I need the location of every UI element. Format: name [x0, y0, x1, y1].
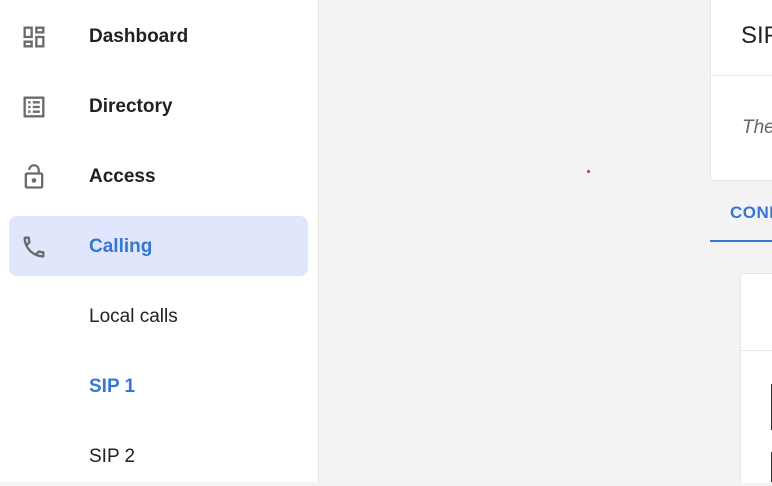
lock-open-icon — [20, 163, 48, 191]
sidebar-item-label: Dashboard — [89, 26, 189, 47]
sip-header-card: SIP The — [710, 0, 772, 181]
sidebar-subitem-label: SIP 2 — [89, 446, 136, 467]
tab-configuration[interactable]: CONF — [710, 188, 772, 242]
sidebar-item-dashboard[interactable]: Dashboard — [9, 6, 308, 66]
sidebar-subitem-label: SIP 1 — [89, 376, 136, 397]
page-title: SIP — [741, 22, 772, 49]
sidebar-item-label: Calling — [89, 236, 153, 257]
sidebar-subitem-sip-2[interactable]: SIP 2 — [9, 426, 308, 486]
card-description: The — [742, 117, 772, 138]
phone-icon — [20, 233, 48, 261]
sidebar-item-access[interactable]: Access — [9, 146, 308, 206]
sidebar-subitem-label: Local calls — [89, 306, 178, 327]
settings-card — [740, 273, 772, 483]
sidebar-item-calling[interactable]: Calling — [9, 216, 308, 276]
sidebar: Dashboard Directory Access Calling Local… — [0, 0, 319, 482]
sidebar-item-label: Directory — [89, 96, 173, 117]
tab-active-indicator — [710, 240, 772, 242]
divider — [741, 350, 772, 351]
dashboard-icon — [20, 23, 48, 51]
tab-label: CONF — [730, 203, 772, 222]
divider — [711, 75, 772, 76]
sidebar-subitem-sip-1[interactable]: SIP 1 — [9, 356, 308, 416]
sidebar-subitem-local-calls[interactable]: Local calls — [9, 286, 308, 346]
sidebar-item-label: Access — [89, 166, 156, 187]
directory-icon — [20, 93, 48, 121]
sidebar-item-directory[interactable]: Directory — [9, 76, 308, 136]
main-content — [319, 0, 772, 482]
red-dot-marker — [587, 170, 590, 173]
